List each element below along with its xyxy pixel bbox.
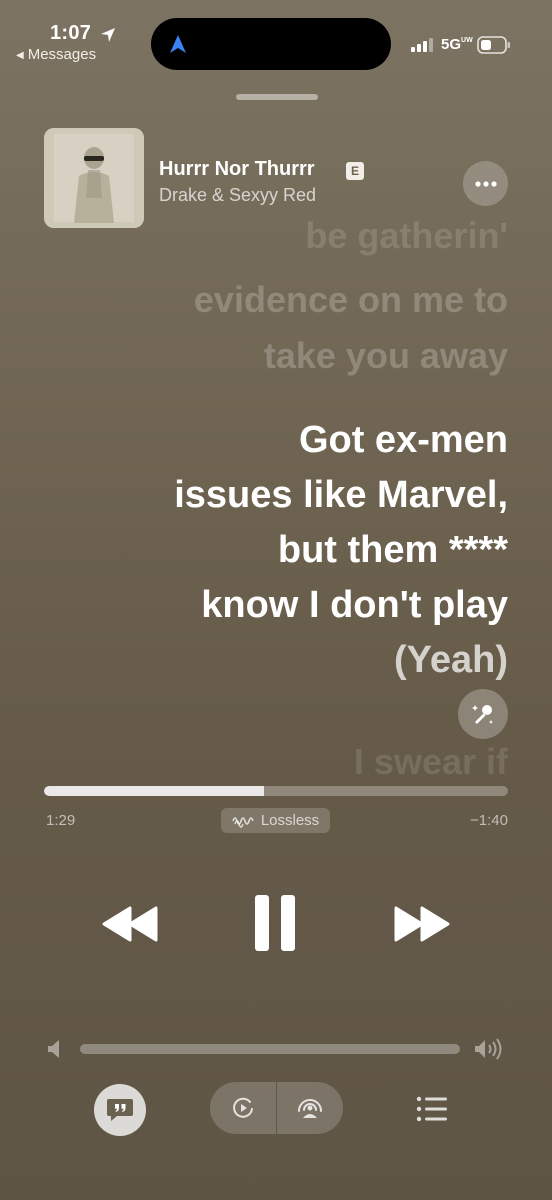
back-arrow-icon: ◀ (16, 50, 24, 61)
playback-scrubber[interactable] (44, 786, 508, 796)
lyric-line: know I don't play (201, 584, 508, 626)
lossless-badge[interactable]: Lossless (221, 808, 330, 833)
lyric-line: Got ex-men (298, 419, 508, 461)
volume-low-icon (48, 1040, 59, 1058)
lyric-line: evidence on me to (193, 279, 508, 320)
autoplay-button[interactable] (210, 1082, 276, 1134)
playback-progress-fill (44, 786, 265, 796)
pause-icon[interactable] (252, 894, 298, 952)
queue-list-icon[interactable] (414, 1095, 450, 1123)
volume-high-icon (475, 1038, 502, 1060)
fast-forward-icon[interactable] (393, 904, 451, 944)
lyric-line-next[interactable]: I swear if (40, 742, 508, 782)
song-title[interactable]: Hurrr Nor Thurrr (159, 158, 315, 181)
network-label: 5G (441, 36, 462, 53)
cellular-signal-icon (411, 38, 433, 52)
network-suffix: UW (461, 37, 473, 44)
navigation-arrow-icon (170, 35, 186, 53)
album-artwork[interactable] (44, 128, 144, 228)
rewind-icon[interactable] (101, 904, 159, 944)
location-arrow-icon (101, 28, 115, 42)
elapsed-time: 1:29 (46, 812, 76, 829)
lyrics-button[interactable] (94, 1084, 146, 1136)
lyrics-quote-icon (107, 1099, 133, 1121)
lyric-line: take you away (263, 335, 508, 376)
autoplay-icon (233, 1097, 253, 1118)
explicit-badge: E (346, 162, 364, 180)
airplay-button[interactable] (277, 1082, 343, 1134)
ellipsis-icon (474, 180, 497, 187)
volume-slider[interactable] (80, 1044, 460, 1054)
back-to-app-link[interactable]: ◀ Messages (16, 46, 96, 63)
status-time: 1:07 (50, 22, 92, 44)
airplay-icon (298, 1099, 322, 1118)
lossless-label: Lossless (260, 812, 320, 829)
sheet-grabber[interactable] (236, 94, 318, 100)
lyric-previous[interactable]: evidence on me to take you away (40, 272, 508, 384)
more-options-button[interactable] (463, 161, 508, 206)
lyric-background-vocal: (Yeah) (393, 639, 508, 681)
network-type: 5GUW (441, 36, 473, 53)
battery-icon (477, 36, 510, 54)
artwork-image (44, 128, 144, 228)
lyric-line-faint[interactable]: be gatherin' (40, 216, 508, 256)
lyric-current[interactable]: Got ex-men issues like Marvel, but them … (40, 413, 508, 688)
remaining-time: −1:40 (470, 812, 508, 829)
back-app-label: Messages (27, 46, 97, 63)
lyric-line: issues like Marvel, (174, 474, 508, 516)
lossless-wave-icon (232, 816, 254, 828)
sing-button[interactable] (458, 689, 508, 739)
playback-options-group (210, 1082, 343, 1134)
song-artist[interactable]: Drake & Sexyy Red (159, 185, 316, 206)
microphone-sparkle-icon (472, 705, 493, 724)
lyric-line: but them **** (277, 529, 508, 571)
